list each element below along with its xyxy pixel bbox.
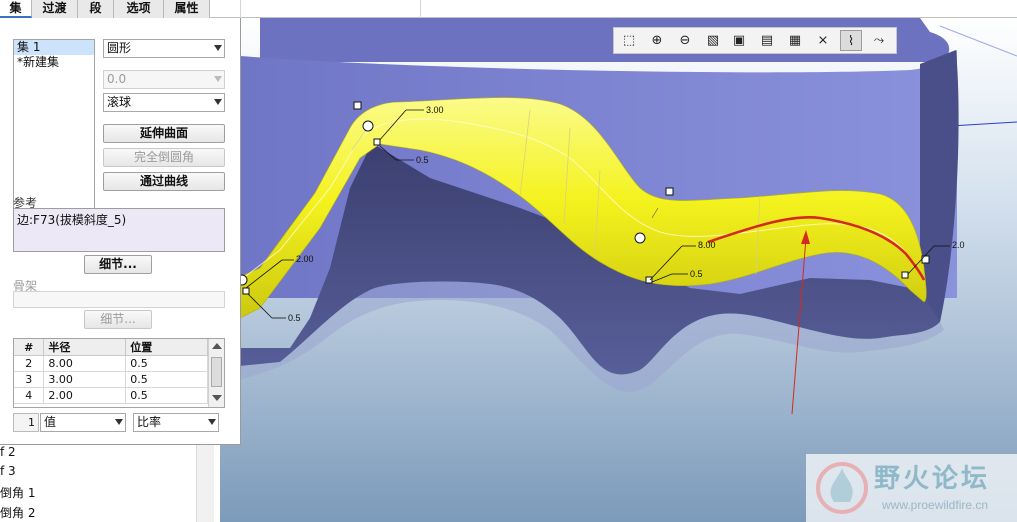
tab-properties[interactable]: 属性	[164, 0, 210, 18]
method-select[interactable]: 滚球	[103, 93, 225, 112]
zoom-in-icon[interactable]: ⊕	[646, 30, 668, 51]
camera-icon[interactable]: ▦	[784, 30, 806, 51]
full-round-button: 完全倒圆角	[103, 148, 225, 167]
radius-end-value: 2.0	[952, 240, 965, 250]
chevron-down-icon	[115, 419, 123, 425]
shape-select-value: 圆形	[107, 41, 132, 55]
position-4-value: 0.5	[288, 313, 301, 323]
column-header: #	[14, 339, 45, 356]
shape-select[interactable]: 圆形	[103, 39, 225, 58]
view-toolbar: ⬚ ⊕ ⊖ ▧ ▣ ▤ ▦ ⨯ ⌇ ⤳	[613, 27, 897, 54]
set-list-item[interactable]: *新建集	[14, 55, 94, 70]
zoom-fit-icon[interactable]: ⬚	[618, 30, 640, 51]
references-collector[interactable]: 边:F73(拔模斜度_5)	[13, 208, 225, 252]
spin-center-icon[interactable]: ⌇	[840, 30, 862, 51]
scroll-down-icon[interactable]	[212, 395, 222, 401]
value-type-select[interactable]: 值	[40, 413, 126, 432]
tree-item[interactable]: f 3	[0, 464, 16, 478]
table-row[interactable]: 3 3.00 0.5	[14, 371, 208, 388]
tree-item[interactable]: 倒角 2	[0, 504, 35, 521]
column-header: 半径	[43, 339, 127, 356]
position-cell[interactable]: 0.5	[125, 387, 208, 404]
tab-pieces[interactable]: 段	[78, 0, 114, 18]
radius-4-value: 2.00	[296, 254, 314, 264]
model-scene: 3.00 0.5 2.00 0.5 8.00 0.5 2.0	[220, 18, 1017, 522]
set-list-item[interactable]: 集 1	[14, 40, 94, 55]
tab-divider	[240, 0, 241, 18]
scroll-up-icon[interactable]	[212, 343, 222, 349]
set-list[interactable]: 集 1 *新建集	[13, 39, 95, 209]
radius-table[interactable]: # 半径 位置 2 8.00 0.5 3 3.00 0.5 4 2.00 0.5	[13, 338, 225, 408]
radius-cell[interactable]: 8.00	[43, 355, 127, 372]
model-viewport[interactable]: 3.00 0.5 2.00 0.5 8.00 0.5 2.0	[220, 18, 1017, 522]
spine-details-button: 细节...	[84, 310, 152, 329]
column-header: 位置	[125, 339, 208, 356]
table-row[interactable]: 4 2.00 0.5	[14, 387, 208, 404]
chevron-down-icon	[214, 76, 222, 82]
ratio-type-select[interactable]: 比率	[133, 413, 219, 432]
display-style-icon[interactable]: ▣	[728, 30, 750, 51]
value-select: 0.0	[103, 70, 225, 89]
zoom-out-icon[interactable]: ⊖	[674, 30, 696, 51]
scroll-thumb[interactable]	[211, 357, 222, 387]
tab-sets[interactable]: 集	[0, 0, 32, 18]
position-cell[interactable]: 0.5	[125, 355, 208, 372]
watermark-url: www.proewildfire.cn	[882, 498, 989, 512]
reference-details-button[interactable]: 细节...	[84, 255, 152, 274]
row-number: 3	[14, 371, 45, 388]
ratio-type-value: 比率	[137, 415, 162, 429]
position-cell[interactable]: 0.5	[125, 371, 208, 388]
datum-axes-icon[interactable]: ⨯	[812, 30, 834, 51]
row-index-field[interactable]: 1	[13, 413, 39, 432]
model-tree: f 2 f 3 倒角 1 倒角 2	[0, 445, 220, 522]
tab-divider	[420, 0, 421, 18]
tab-options[interactable]: 选项	[114, 0, 164, 18]
dashboard-tab-bar: 集 过渡 段 选项 属性	[0, 0, 1017, 18]
radius-3-value: 3.00	[426, 105, 444, 115]
tab-transitions[interactable]: 过渡	[32, 0, 78, 18]
table-row[interactable]: 2 8.00 0.5	[14, 355, 208, 372]
value-select-value: 0.0	[107, 72, 127, 86]
value-type-value: 值	[44, 415, 57, 429]
position-2-value: 0.5	[690, 269, 703, 279]
chevron-down-icon	[214, 99, 222, 105]
tree-scrollbar[interactable]	[196, 445, 214, 522]
sets-panel: 集 1 *新建集 圆形 0.0 滚球 延伸曲面 完全倒圆角 通过曲线 参考 边:…	[0, 18, 241, 445]
table-scrollbar[interactable]	[208, 339, 224, 407]
forum-watermark: 野火论坛 www.proewildfire.cn	[806, 454, 1017, 522]
radius-cell[interactable]: 2.00	[43, 387, 127, 404]
annotation-icon[interactable]: ⤳	[868, 30, 890, 51]
watermark-title: 野火论坛	[874, 464, 991, 494]
repaint-icon[interactable]: ▧	[702, 30, 724, 51]
saved-views-icon[interactable]: ▤	[756, 30, 778, 51]
through-curve-button[interactable]: 通过曲线	[103, 172, 225, 191]
chevron-down-icon	[214, 45, 222, 51]
flame-logo-icon	[816, 462, 868, 514]
radius-grid: # 半径 位置 2 8.00 0.5 3 3.00 0.5 4 2.00 0.5	[14, 339, 208, 404]
position-3-value: 0.5	[416, 155, 429, 165]
chevron-down-icon	[208, 419, 216, 425]
method-select-value: 滚球	[107, 95, 132, 109]
row-number: 2	[14, 355, 45, 372]
tree-item[interactable]: 倒角 1	[0, 484, 35, 501]
row-number: 4	[14, 387, 45, 404]
spine-collector	[13, 291, 225, 308]
radius-2-value: 8.00	[698, 240, 716, 250]
tree-item[interactable]: f 2	[0, 445, 16, 459]
radius-cell[interactable]: 3.00	[43, 371, 127, 388]
extend-surfaces-button[interactable]: 延伸曲面	[103, 124, 225, 143]
